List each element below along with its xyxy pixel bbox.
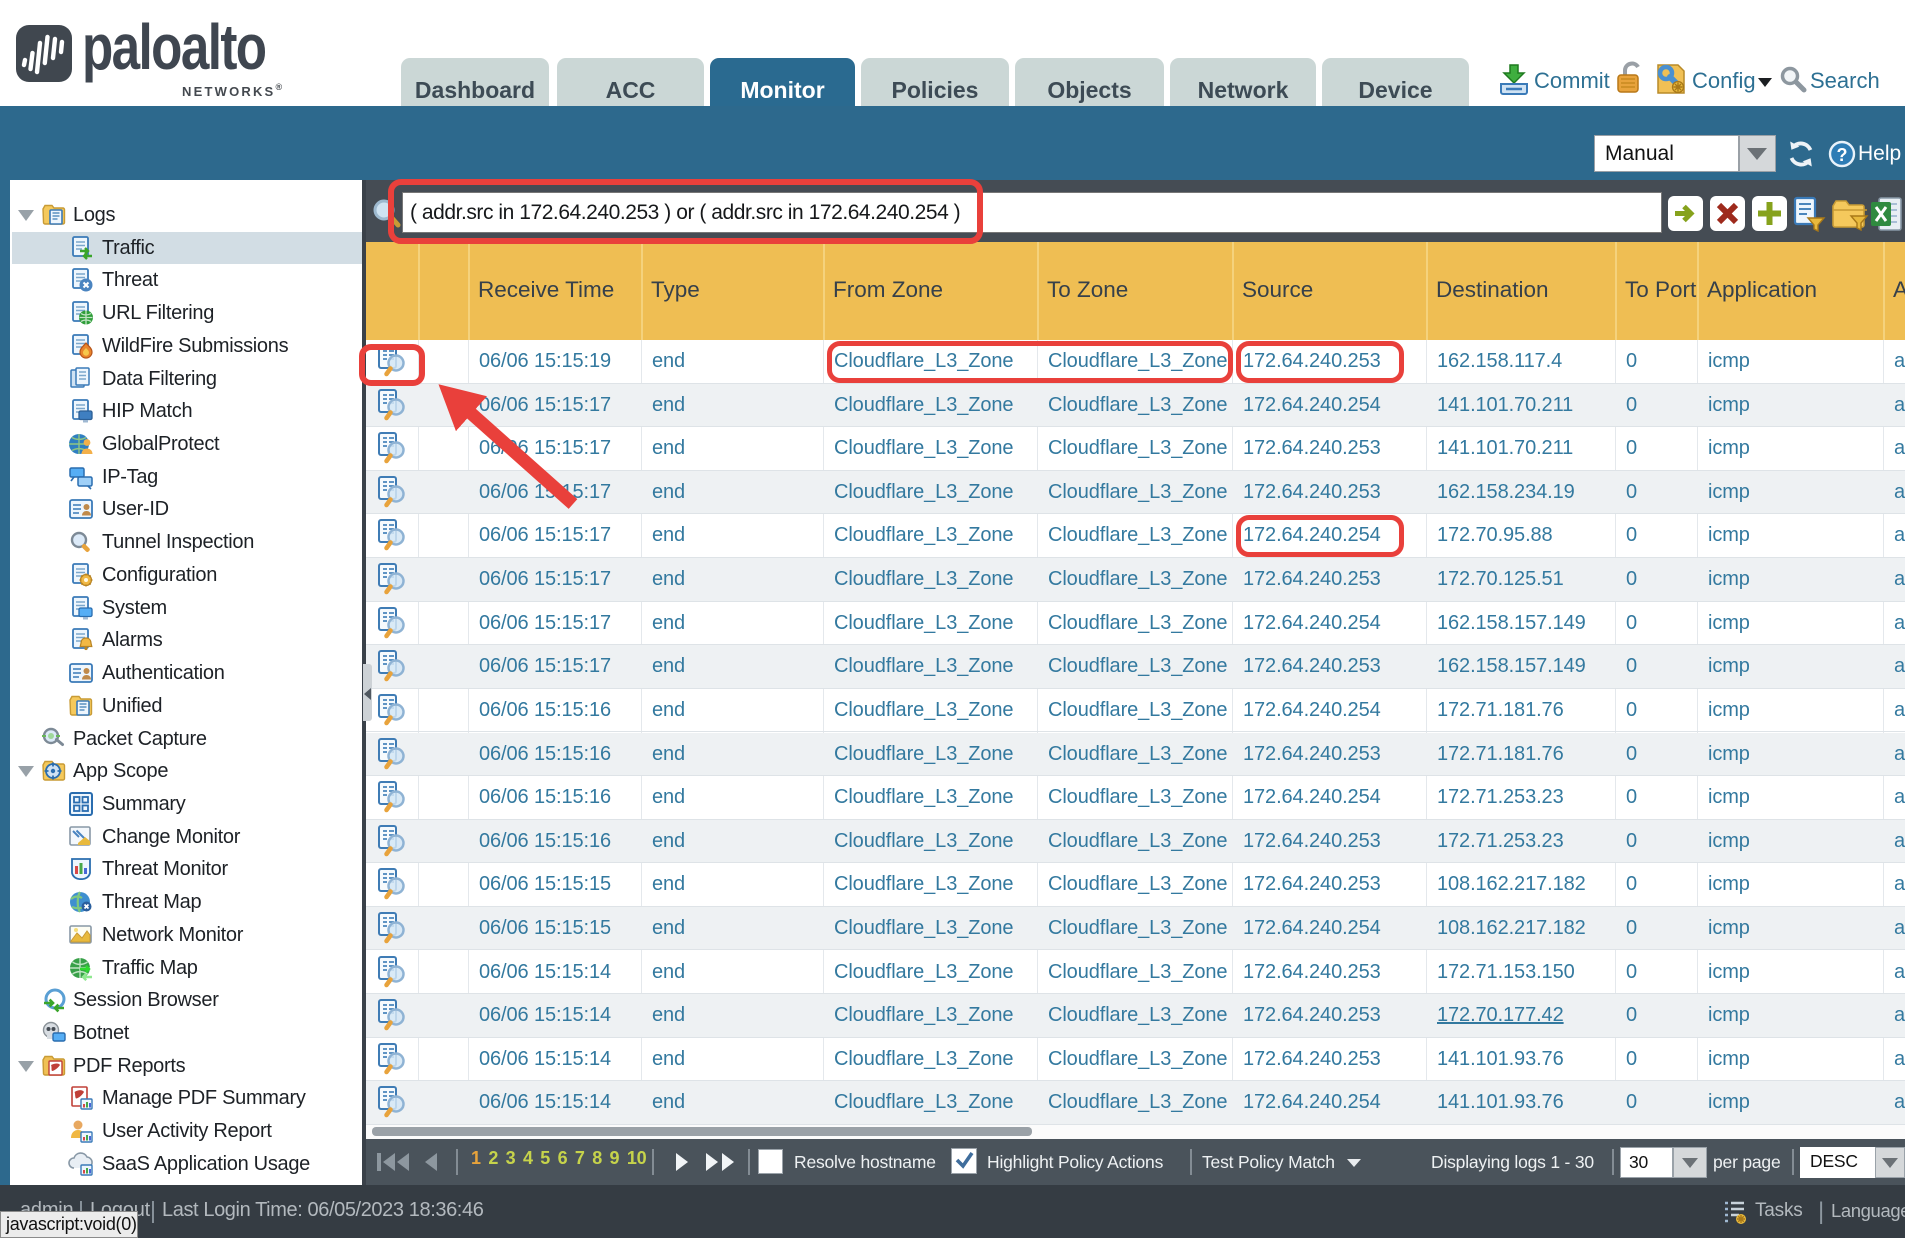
svg-text:?: ? (1837, 145, 1848, 165)
